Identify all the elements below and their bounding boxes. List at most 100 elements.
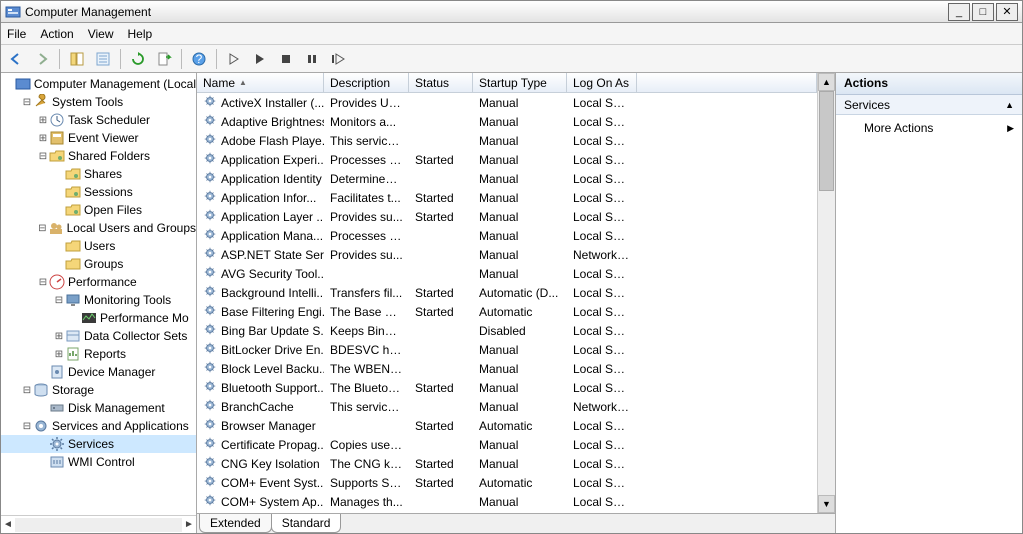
tab-standard[interactable]: Standard xyxy=(271,514,342,533)
expand-icon[interactable]: ⊟ xyxy=(53,295,65,306)
tree-item[interactable]: ⊟System Tools xyxy=(1,93,196,111)
tree-item[interactable]: ⊟Storage xyxy=(1,381,196,399)
service-row[interactable]: Certificate Propag...Copies user ...Manu… xyxy=(197,435,817,454)
expand-icon[interactable]: ⊞ xyxy=(53,349,65,360)
column-header[interactable]: Status xyxy=(409,73,473,92)
cell: BitLocker Drive En... xyxy=(197,341,324,358)
service-row[interactable]: BitLocker Drive En...BDESVC hos...Manual… xyxy=(197,340,817,359)
tree-item[interactable]: ⊟Performance xyxy=(1,273,196,291)
tree-item[interactable]: ⊞Event Viewer xyxy=(1,129,196,147)
tree-item[interactable]: WMI Control xyxy=(1,453,196,471)
tree-item[interactable]: Disk Management xyxy=(1,399,196,417)
service-row[interactable]: CNG Key IsolationThe CNG ke...StartedMan… xyxy=(197,454,817,473)
tree-item[interactable]: Services xyxy=(1,435,196,453)
tree-item[interactable]: Computer Management (Local xyxy=(1,75,196,93)
menu-help[interactable]: Help xyxy=(128,27,153,41)
service-row[interactable]: Bluetooth Support...The Bluetoo...Starte… xyxy=(197,378,817,397)
service-row[interactable]: AVG Security Tool...ManualLocal Syste... xyxy=(197,264,817,283)
service-row[interactable]: Background Intelli...Transfers fil...Sta… xyxy=(197,283,817,302)
expand-icon[interactable]: ⊟ xyxy=(37,151,49,162)
service-row[interactable]: Bing Bar Update S...Keeps Bing ...Disabl… xyxy=(197,321,817,340)
service-row[interactable]: Application Mana...Processes in...Manual… xyxy=(197,226,817,245)
cell: Started xyxy=(409,210,473,224)
back-button[interactable] xyxy=(5,48,27,70)
cell: Local Syste... xyxy=(567,457,637,471)
menu-file[interactable]: File xyxy=(7,27,26,41)
folder-icon xyxy=(65,256,81,272)
service-row[interactable]: Application Infor...Facilitates t...Star… xyxy=(197,188,817,207)
expand-icon[interactable]: ⊟ xyxy=(21,421,33,432)
tab-extended[interactable]: Extended xyxy=(199,514,272,533)
service-icon xyxy=(203,341,217,358)
tree-item[interactable]: ⊟Services and Applications xyxy=(1,417,196,435)
scroll-thumb[interactable] xyxy=(819,91,834,191)
tree-item[interactable]: ⊞Data Collector Sets xyxy=(1,327,196,345)
tree-item[interactable]: Performance Mo xyxy=(1,309,196,327)
service-row[interactable]: Adaptive BrightnessMonitors a...ManualLo… xyxy=(197,112,817,131)
more-actions-item[interactable]: More Actions ▶ xyxy=(836,115,1022,141)
tree-panel: Computer Management (Local⊟System Tools⊞… xyxy=(1,73,197,533)
service-row[interactable]: ASP.NET State Ser...Provides su...Manual… xyxy=(197,245,817,264)
service-row[interactable]: Adobe Flash Playe...This service ...Manu… xyxy=(197,131,817,150)
close-button[interactable]: ✕ xyxy=(996,3,1018,21)
service-row[interactable]: Browser ManagerStartedAutomaticLocal Sys… xyxy=(197,416,817,435)
column-header[interactable]: Log On As xyxy=(567,73,637,92)
service-row[interactable]: Application Experi...Processes a...Start… xyxy=(197,150,817,169)
expand-icon[interactable]: ⊟ xyxy=(37,223,48,234)
menu-view[interactable]: View xyxy=(88,27,114,41)
tree-horizontal-scrollbar[interactable]: ◄► xyxy=(1,515,196,533)
export-list-button[interactable] xyxy=(153,48,175,70)
forward-button[interactable] xyxy=(31,48,53,70)
cell: Disabled xyxy=(473,324,567,338)
service-row[interactable]: COM+ System Ap...Manages th...ManualLoca… xyxy=(197,492,817,511)
dataset-icon xyxy=(65,328,81,344)
help-button[interactable]: ? xyxy=(188,48,210,70)
tree-item[interactable]: Groups xyxy=(1,255,196,273)
stop-button[interactable] xyxy=(275,48,297,70)
service-row[interactable]: Application IdentityDetermines ...Manual… xyxy=(197,169,817,188)
actions-section[interactable]: Services ▲ xyxy=(836,95,1022,115)
tree-item[interactable]: Device Manager xyxy=(1,363,196,381)
tree-item[interactable]: ⊞Task Scheduler xyxy=(1,111,196,129)
cell: Local Syste... xyxy=(567,96,637,110)
play-filled-button[interactable] xyxy=(249,48,271,70)
service-row[interactable]: Block Level Backu...The WBENG...ManualLo… xyxy=(197,359,817,378)
expand-icon[interactable]: ⊟ xyxy=(21,385,33,396)
properties-button[interactable] xyxy=(92,48,114,70)
cell: Local Syste... xyxy=(567,191,637,205)
expand-icon[interactable]: ⊞ xyxy=(37,133,49,144)
service-row[interactable]: ActiveX Installer (...Provides Us...Manu… xyxy=(197,93,817,112)
expand-icon[interactable]: ⊞ xyxy=(53,331,65,342)
refresh-button[interactable] xyxy=(127,48,149,70)
restart-button[interactable] xyxy=(327,48,349,70)
play-button[interactable] xyxy=(223,48,245,70)
tree-item[interactable]: ⊟Shared Folders xyxy=(1,147,196,165)
column-header[interactable]: Name xyxy=(197,73,324,92)
expand-icon[interactable]: ⊟ xyxy=(37,277,49,288)
users-icon xyxy=(48,220,64,236)
column-header[interactable]: Description xyxy=(324,73,409,92)
column-header[interactable]: Startup Type xyxy=(473,73,567,92)
show-hide-tree-button[interactable] xyxy=(66,48,88,70)
list-vertical-scrollbar[interactable]: ▲ ▼ xyxy=(817,73,835,513)
tree-item[interactable]: Open Files xyxy=(1,201,196,219)
service-row[interactable]: Application Layer ...Provides su...Start… xyxy=(197,207,817,226)
service-row[interactable]: COM+ Event Syst...Supports Sy...StartedA… xyxy=(197,473,817,492)
pause-button[interactable] xyxy=(301,48,323,70)
service-row[interactable]: BranchCacheThis service ...ManualNetwork… xyxy=(197,397,817,416)
tree-item[interactable]: Sessions xyxy=(1,183,196,201)
tree-item[interactable]: ⊟Local Users and Groups xyxy=(1,219,196,237)
expand-icon[interactable]: ⊞ xyxy=(37,115,49,126)
expand-icon[interactable]: ⊟ xyxy=(21,97,33,108)
scroll-up-button[interactable]: ▲ xyxy=(818,73,835,91)
scroll-down-button[interactable]: ▼ xyxy=(818,495,835,513)
tree-item[interactable]: Users xyxy=(1,237,196,255)
tree-item[interactable]: ⊞Reports xyxy=(1,345,196,363)
service-icon xyxy=(203,398,217,415)
maximize-button[interactable]: □ xyxy=(972,3,994,21)
tree-item[interactable]: ⊟Monitoring Tools xyxy=(1,291,196,309)
tree-item[interactable]: Shares xyxy=(1,165,196,183)
menu-action[interactable]: Action xyxy=(40,27,73,41)
minimize-button[interactable]: _ xyxy=(948,3,970,21)
service-row[interactable]: Base Filtering Engi...The Base Fil...Sta… xyxy=(197,302,817,321)
